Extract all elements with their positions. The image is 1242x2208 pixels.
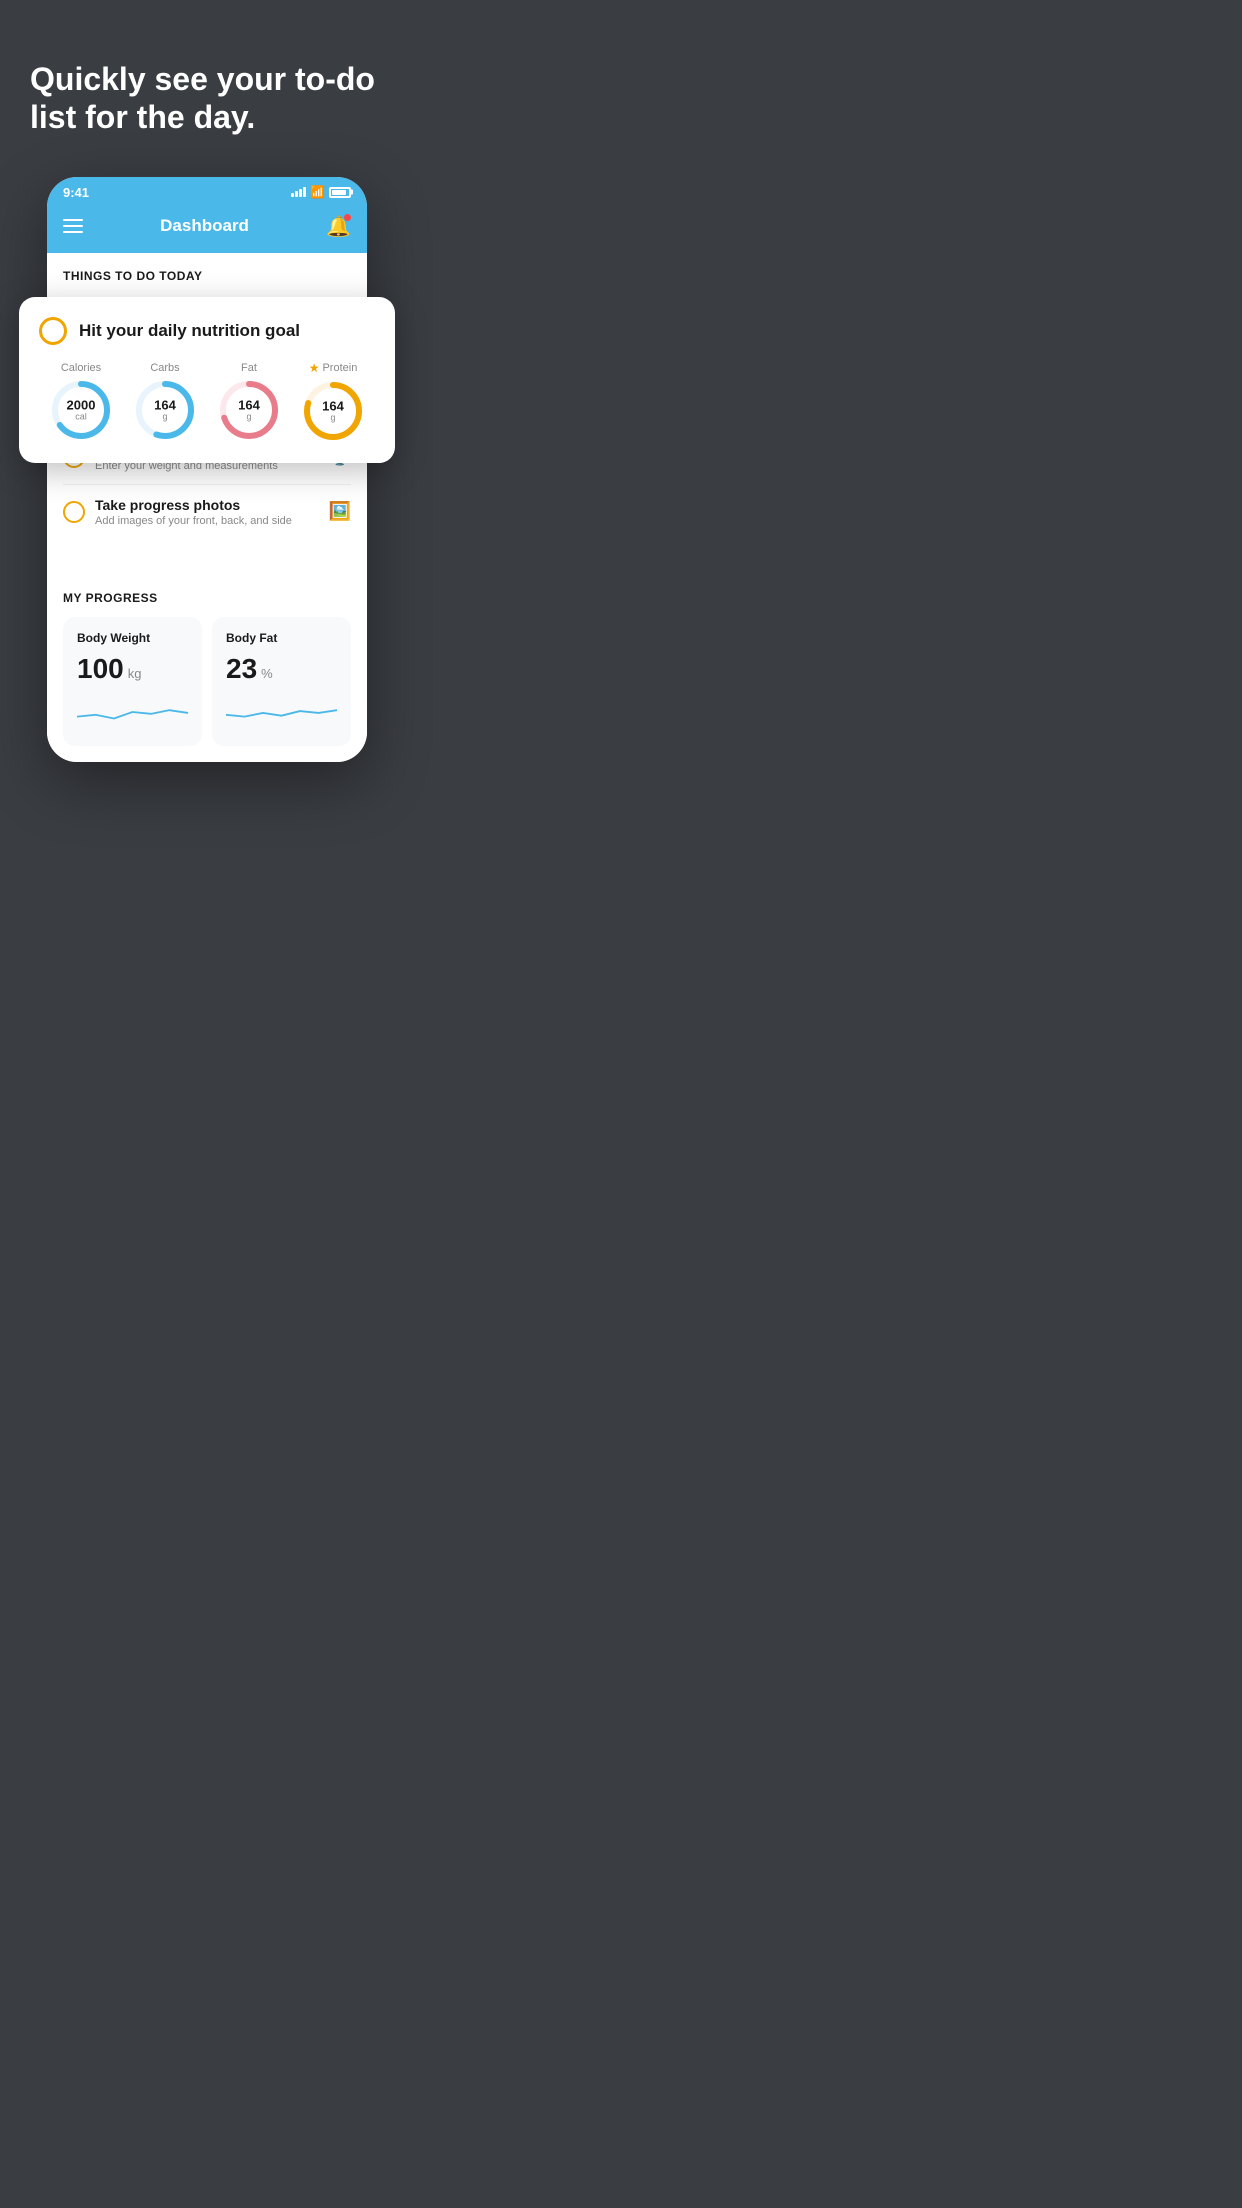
- goal-calories: Calories 2000 cal: [49, 362, 113, 442]
- calories-value: 2000 cal: [67, 398, 96, 421]
- progress-section: MY PROGRESS Body Weight 100 kg Body Fat: [47, 575, 367, 762]
- carbs-ring: 164 g: [133, 378, 197, 442]
- phone-mockup: Hit your daily nutrition goal Calories 2…: [47, 177, 367, 762]
- photos-checkbox[interactable]: [63, 501, 85, 523]
- notification-dot: [344, 214, 351, 221]
- bell-button[interactable]: 🔔: [326, 214, 351, 239]
- nutrition-goals-row: Calories 2000 cal Carbs: [39, 361, 375, 443]
- body-weight-value-row: 100 kg: [77, 653, 188, 685]
- todo-photos[interactable]: Take progress photos Add images of your …: [63, 485, 351, 539]
- goal-fat: Fat 164 g: [217, 362, 281, 442]
- photos-text: Take progress photos Add images of your …: [95, 497, 319, 527]
- body-fat-number: 23: [226, 653, 257, 685]
- body-weight-chart: [77, 697, 188, 727]
- body-fat-chart: [226, 697, 337, 727]
- goal-carbs-label: Carbs: [150, 362, 179, 374]
- progress-title: MY PROGRESS: [63, 591, 351, 605]
- protein-ring: 164 g: [301, 379, 365, 443]
- progress-cards-row: Body Weight 100 kg Body Fat 23 %: [63, 617, 351, 746]
- body-fat-value-row: 23 %: [226, 653, 337, 685]
- body-weight-unit: kg: [128, 666, 142, 681]
- things-todo-title: THINGS TO DO TODAY: [63, 269, 351, 283]
- fat-value: 164 g: [238, 398, 260, 421]
- status-time: 9:41: [63, 185, 89, 200]
- body-fat-label: Body Fat: [226, 631, 337, 645]
- photos-title: Take progress photos: [95, 497, 319, 513]
- body-weight-card[interactable]: Body Weight 100 kg: [63, 617, 202, 746]
- body-weight-label: Body Weight: [77, 631, 188, 645]
- goal-carbs: Carbs 164 g: [133, 362, 197, 442]
- goal-calories-label: Calories: [61, 362, 101, 374]
- goal-protein: ★ Protein 164 g: [301, 361, 365, 443]
- wifi-icon: 📶: [310, 185, 325, 199]
- phone-frame: 9:41 📶 Dashboard: [47, 177, 367, 762]
- goal-fat-label: Fat: [241, 362, 257, 374]
- calories-ring: 2000 cal: [49, 378, 113, 442]
- body-fat-card[interactable]: Body Fat 23 %: [212, 617, 351, 746]
- body-fat-unit: %: [261, 666, 273, 681]
- nav-title: Dashboard: [160, 216, 249, 236]
- status-icons: 📶: [291, 185, 351, 199]
- fat-ring: 164 g: [217, 378, 281, 442]
- battery-icon: [329, 187, 351, 198]
- status-bar: 9:41 📶: [47, 177, 367, 204]
- hero-section: Quickly see your to-do list for the day.: [0, 0, 414, 167]
- nutrition-card-header: Hit your daily nutrition goal: [39, 317, 375, 345]
- nav-bar: Dashboard 🔔: [47, 204, 367, 253]
- star-icon: ★: [309, 361, 320, 375]
- hero-title: Quickly see your to-do list for the day.: [30, 60, 384, 137]
- hamburger-menu[interactable]: [63, 219, 83, 233]
- body-weight-number: 100: [77, 653, 124, 685]
- nutrition-card: Hit your daily nutrition goal Calories 2…: [19, 297, 395, 463]
- protein-value: 164 g: [322, 399, 344, 422]
- goal-protein-label: ★ Protein: [309, 361, 358, 375]
- photo-icon: 🖼️: [329, 501, 351, 522]
- photos-subtitle: Add images of your front, back, and side: [95, 515, 319, 527]
- nutrition-checkbox[interactable]: [39, 317, 67, 345]
- nutrition-card-title: Hit your daily nutrition goal: [79, 321, 300, 341]
- signal-icon: [291, 187, 306, 197]
- carbs-value: 164 g: [154, 398, 176, 421]
